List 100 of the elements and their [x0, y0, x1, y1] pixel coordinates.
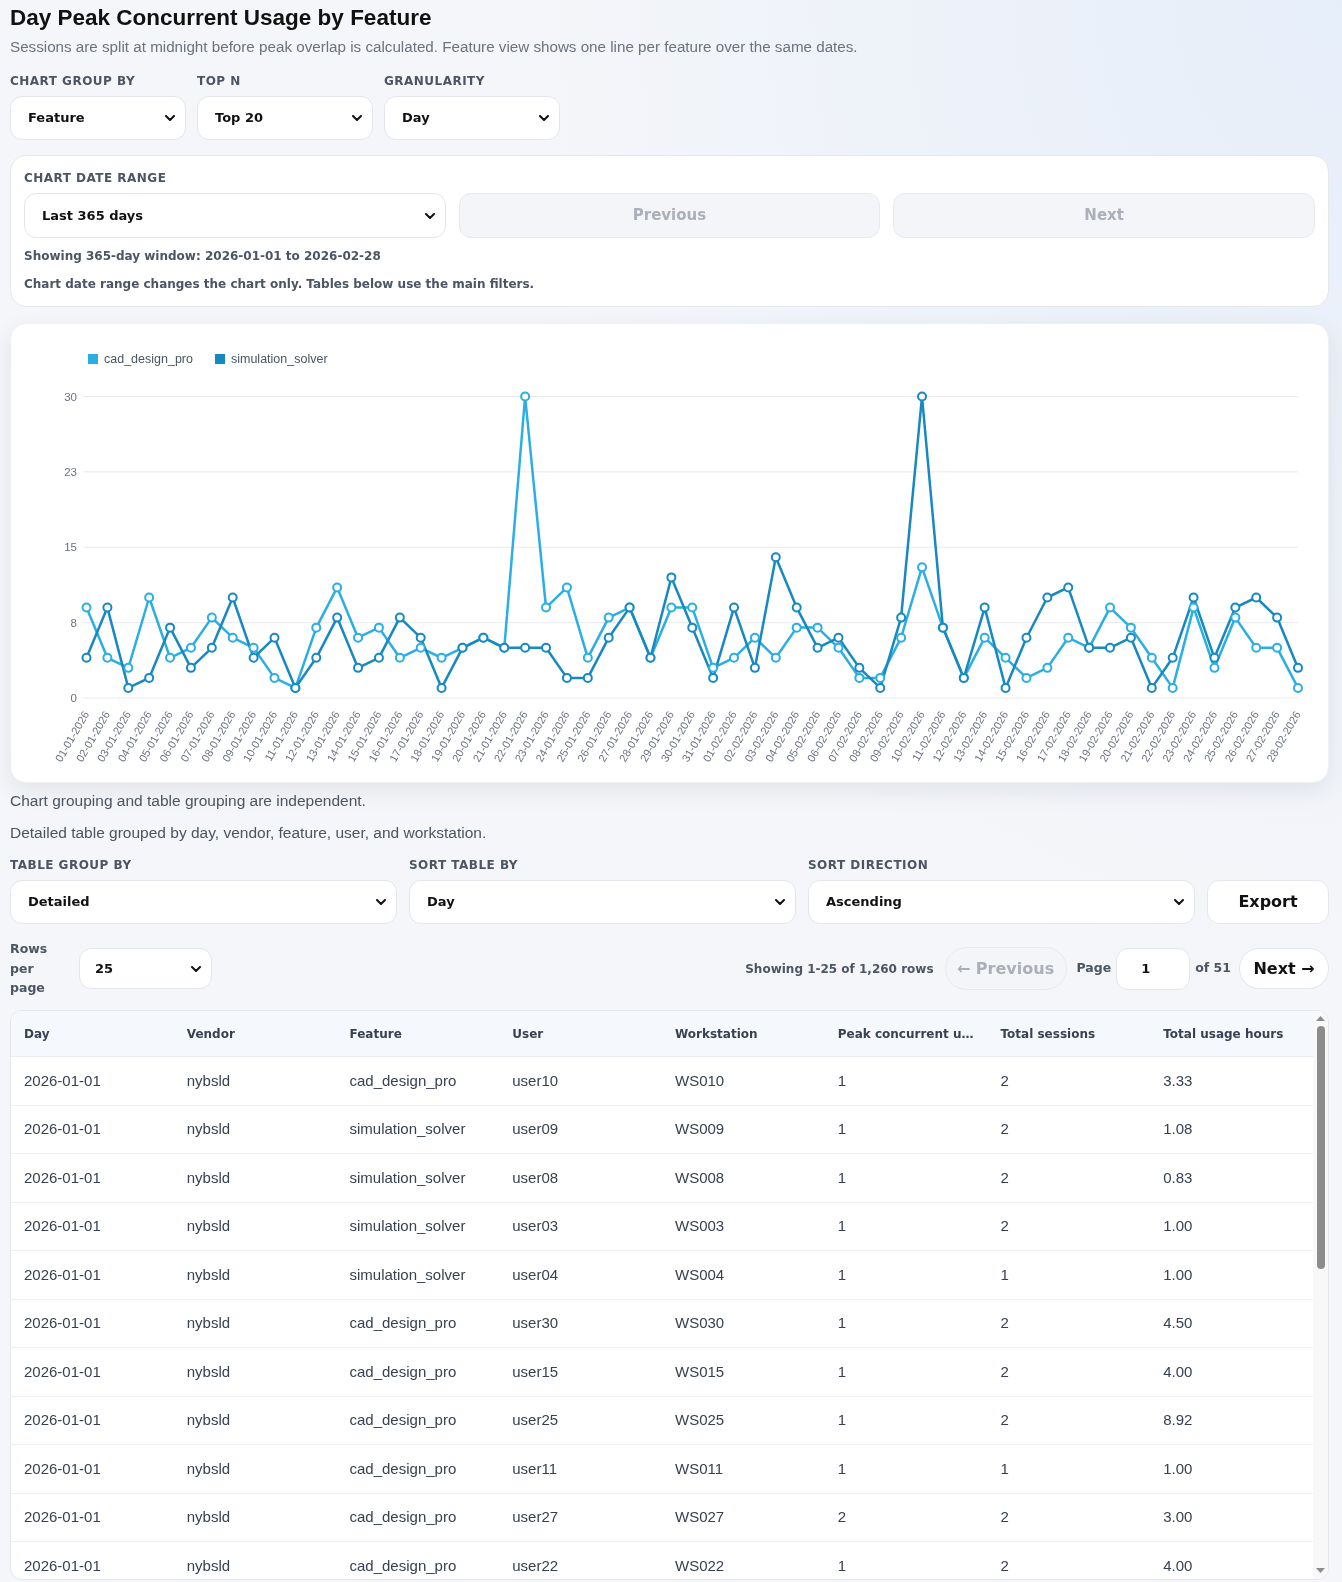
table-cell-text: 4.00 — [1162, 1555, 1194, 1576]
table-cell-text: nybsld — [185, 1507, 232, 1527]
table-cell-text: cad_design_pro — [348, 1410, 458, 1430]
table-cell-text: 2 — [999, 1555, 1010, 1576]
rows-per-page-label: Rows per page — [10, 940, 49, 998]
table-cell-text: nybsld — [185, 1119, 232, 1139]
y-axis-label: 23 — [64, 465, 77, 478]
field-label: CHART GROUP BY — [10, 73, 137, 89]
table-cell-text: user11 — [511, 1458, 558, 1479]
table-cell-text: cad_design_pro — [348, 1361, 458, 1382]
y-axis-label: 8 — [70, 616, 77, 629]
table-cell-text: 2026-01-01 — [23, 1313, 102, 1333]
legend-label: simulation_solver — [230, 352, 328, 366]
table-cell-text: user15 — [511, 1361, 560, 1382]
table-cell-text: user10 — [511, 1070, 560, 1091]
table-cell-text: simulation_solver — [348, 1119, 467, 1139]
table-cell-text: 2026-01-01 — [23, 1070, 102, 1091]
y-axis-label: 15 — [64, 541, 77, 554]
table-cell-text: WS004 — [674, 1264, 726, 1285]
table-cell-text: cad_design_pro — [348, 1458, 458, 1479]
page-label: Page — [1076, 959, 1112, 978]
field-label: SORT TABLE BY — [409, 857, 520, 873]
table-cell-text: user09 — [511, 1119, 560, 1139]
table-cell-text: user04 — [511, 1264, 560, 1285]
table-cell-text: WS009 — [674, 1119, 726, 1139]
table-cell-text: 1 — [836, 1119, 848, 1139]
table-cell-text: 0.83 — [1162, 1167, 1194, 1188]
table-cell-text: cad_design_pro — [348, 1555, 458, 1576]
table-cell-text: 2 — [999, 1313, 1010, 1333]
table-cell-text: 2026-01-01 — [23, 1119, 102, 1139]
table-cell-text: 2 — [999, 1361, 1010, 1382]
table-cell-text: 1.00 — [1162, 1264, 1194, 1285]
y-axis-label: 30 — [64, 390, 77, 403]
window-note: Showing 365-day window: 2026-01-01 to 2026-02-28 — [24, 248, 382, 264]
table-cell-text: 2 — [999, 1410, 1010, 1430]
table-cell-text: 2 — [999, 1119, 1010, 1139]
table-cell-text: nybsld — [185, 1167, 232, 1188]
field-label: CHART DATE RANGE — [24, 170, 168, 186]
table-cell-text: user25 — [511, 1410, 560, 1430]
table-cell-text: 8.92 — [1162, 1410, 1194, 1430]
page-subtitle: Sessions are split at midnight before peak overlap is calculated. Feature view shows one line per feature over the same dates. — [10, 37, 859, 57]
table-cell-text: 1 — [836, 1361, 848, 1382]
table-cell-text: cad_design_pro — [348, 1070, 458, 1091]
table-cell-text: 2 — [999, 1070, 1010, 1091]
table-cell-text: 1.00 — [1162, 1216, 1194, 1236]
table-cell-text: 2026-01-01 — [23, 1458, 102, 1479]
table-cell-text: 4.00 — [1162, 1361, 1194, 1382]
table-cell-text: WS015 — [674, 1361, 726, 1382]
table-cell-text: WS022 — [674, 1555, 726, 1576]
table-cell-text: nybsld — [185, 1313, 232, 1333]
table-cell-text: 1 — [836, 1216, 848, 1236]
table-cell-text: nybsld — [185, 1555, 232, 1576]
info-note: Chart grouping and table grouping are independent. — [10, 791, 367, 811]
page-count: of 51 — [1195, 959, 1231, 978]
table-cell-text: nybsld — [185, 1216, 232, 1236]
table-cell-text: 2026-01-01 — [23, 1167, 102, 1188]
table-cell-text: user22 — [511, 1555, 560, 1576]
table-cell-text: 1 — [836, 1458, 848, 1479]
table-cell-text: 1.08 — [1162, 1119, 1194, 1139]
table-cell-text: 2 — [999, 1167, 1010, 1188]
table-cell-text: user30 — [511, 1313, 560, 1333]
table-cell-text: user08 — [511, 1167, 560, 1188]
table-cell-text: nybsld — [185, 1361, 232, 1382]
table-cell-text: 1 — [836, 1070, 848, 1091]
table-cell-text: nybsld — [185, 1070, 232, 1091]
table-cell-text: 1 — [836, 1167, 848, 1188]
table-cell-text: 2 — [999, 1216, 1010, 1236]
table-cell-text: cad_design_pro — [348, 1313, 458, 1333]
table-cell-text: nybsld — [185, 1410, 232, 1430]
table-cell-text: 2026-01-01 — [23, 1555, 102, 1576]
table-cell-text: 2026-01-01 — [23, 1410, 102, 1430]
table-cell-text: 2026-01-01 — [23, 1361, 102, 1382]
table-cell-text: WS030 — [674, 1313, 726, 1333]
table-cell-text: 2 — [999, 1507, 1010, 1527]
table-cell-text: cad_design_pro — [348, 1507, 458, 1527]
rows-summary: Showing 1-25 of 1,260 rows — [745, 960, 934, 978]
table-cell-text: 1 — [836, 1313, 848, 1333]
info-note: Detailed table grouped by day, vendor, feature, user, and workstation. — [10, 823, 488, 843]
table-cell-text: 1 — [999, 1264, 1010, 1285]
table-cell-text: simulation_solver — [348, 1216, 467, 1236]
table-cell-text: user03 — [511, 1216, 560, 1236]
table-cell-text: 2026-01-01 — [23, 1507, 102, 1527]
legend-label: cad_design_pro — [104, 352, 193, 366]
scope-note: Chart date range changes the chart only. Tables below use the main filters. — [24, 276, 536, 292]
table-cell-text: simulation_solver — [348, 1167, 467, 1188]
table-cell-text: 1 — [836, 1410, 848, 1430]
table-cell-text: WS008 — [674, 1167, 726, 1188]
table-cell-text: WS010 — [674, 1070, 726, 1091]
table-cell-text: 1 — [836, 1555, 848, 1576]
table-cell-text: WS011 — [674, 1458, 725, 1479]
table-cell-text: 3.00 — [1162, 1507, 1194, 1527]
y-axis-label: 0 — [70, 692, 77, 704]
table-cell-text: 1 — [836, 1264, 848, 1285]
field-label: TOP N — [197, 73, 242, 89]
table-cell-text: WS025 — [674, 1410, 726, 1430]
table-cell-text: 4.50 — [1162, 1313, 1194, 1333]
field-label: SORT DIRECTION — [808, 857, 930, 873]
table-cell-text: nybsld — [185, 1264, 232, 1285]
field-label: TABLE GROUP BY — [10, 857, 133, 873]
table-cell-text: 3.33 — [1162, 1070, 1194, 1091]
